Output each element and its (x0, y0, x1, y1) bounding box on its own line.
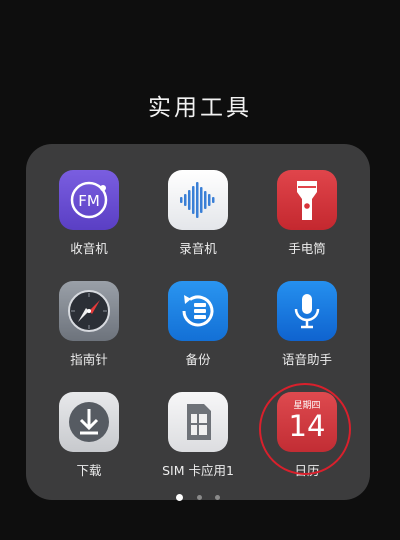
app-sound-recorder[interactable]: 录音机 (143, 170, 253, 257)
app-label: 收音机 (70, 241, 108, 256)
app-label: 下载 (76, 463, 102, 478)
app-label: 录音机 (179, 241, 217, 256)
app-backup[interactable]: 备份 (143, 281, 253, 368)
app-download[interactable]: 下载 (34, 392, 144, 479)
app-sim-card[interactable]: SIM 卡应用1 (143, 392, 253, 479)
sound-recorder-icon (168, 170, 228, 230)
app-label: 备份 (185, 352, 211, 367)
folder-title: 实用工具 (148, 95, 252, 121)
app-label: 语音助手 (281, 352, 332, 367)
app-flashlight[interactable]: 手电筒 (252, 170, 362, 257)
page-dot[interactable] (176, 494, 184, 501)
app-compass[interactable]: 指南针 (34, 281, 144, 368)
app-label: SIM 卡应用1 (162, 463, 234, 478)
page-indicator (26, 487, 370, 506)
app-label: 指南针 (70, 352, 108, 367)
voice-assistant-icon (277, 281, 337, 341)
page-dot[interactable] (214, 495, 220, 500)
fm-radio-icon: FM (59, 170, 119, 230)
app-voice-assistant[interactable]: 语音助手 (252, 281, 362, 368)
download-icon (59, 392, 119, 452)
svg-text:FM: FM (78, 192, 100, 210)
app-fm-radio[interactable]: FM 收音机 (34, 170, 144, 257)
backup-icon (168, 281, 228, 341)
sim-card-icon (168, 392, 228, 452)
page-dot[interactable] (196, 495, 202, 500)
app-label: 手电筒 (288, 241, 326, 256)
flashlight-icon (277, 170, 337, 230)
calendar-highlight-circle (259, 383, 351, 475)
compass-icon (59, 281, 119, 341)
